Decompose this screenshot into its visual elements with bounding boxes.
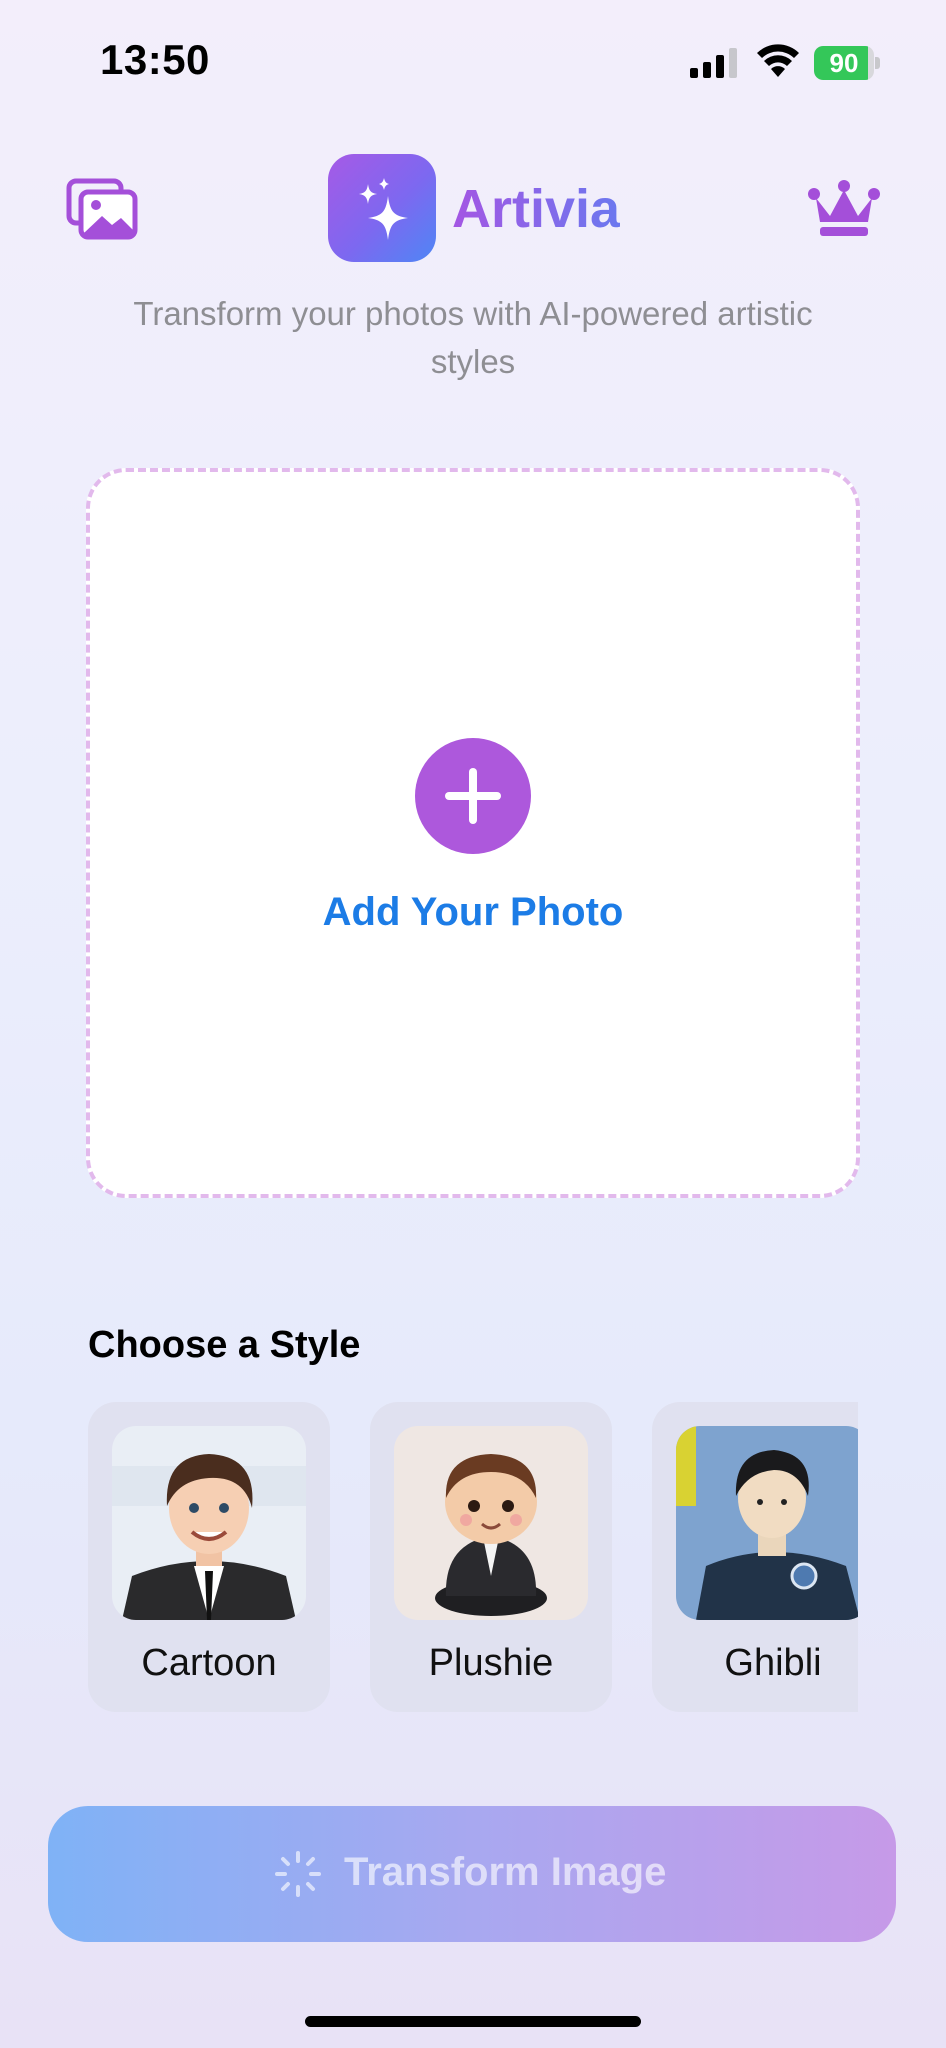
cellular-signal-icon [690, 48, 737, 78]
status-time: 13:50 [100, 36, 210, 83]
app-subtitle: Transform your photos with AI-powered ar… [133, 295, 813, 380]
cartoon-style-thumbnail [112, 1426, 306, 1620]
magic-wand-icon [275, 1851, 321, 1897]
ghibli-style-thumbnail [676, 1426, 858, 1620]
style-card-cartoon[interactable]: Cartoon [88, 1402, 330, 1712]
photo-gallery-icon[interactable] [66, 178, 138, 240]
app-title: Artivia [452, 179, 621, 239]
transform-image-button[interactable]: Transform Image [48, 1806, 896, 1942]
add-photo-button[interactable] [415, 738, 531, 854]
battery-percentage: 90 [829, 48, 859, 78]
style-carousel[interactable]: Cartoon Plushie Ghibli [88, 1402, 858, 1714]
plushie-style-thumbnail [394, 1426, 588, 1620]
style-card-ghibli[interactable]: Ghibli [652, 1402, 858, 1712]
home-indicator[interactable] [305, 2016, 641, 2027]
transform-image-label: Transform Image [344, 1850, 667, 1894]
battery-indicator: 90 [814, 46, 880, 80]
style-label-ghibli: Ghibli [724, 1642, 822, 1684]
choose-style-heading: Choose a Style [88, 1324, 361, 1366]
style-label-plushie: Plushie [428, 1642, 554, 1684]
style-card-plushie[interactable]: Plushie [370, 1402, 612, 1712]
add-photo-label[interactable]: Add Your Photo [0, 890, 946, 935]
app-logo [328, 154, 436, 262]
crown-icon[interactable] [808, 180, 880, 238]
wifi-icon [757, 44, 799, 77]
sparkles-icon [359, 178, 408, 240]
plus-icon [445, 768, 501, 824]
style-label-cartoon: Cartoon [141, 1642, 277, 1684]
